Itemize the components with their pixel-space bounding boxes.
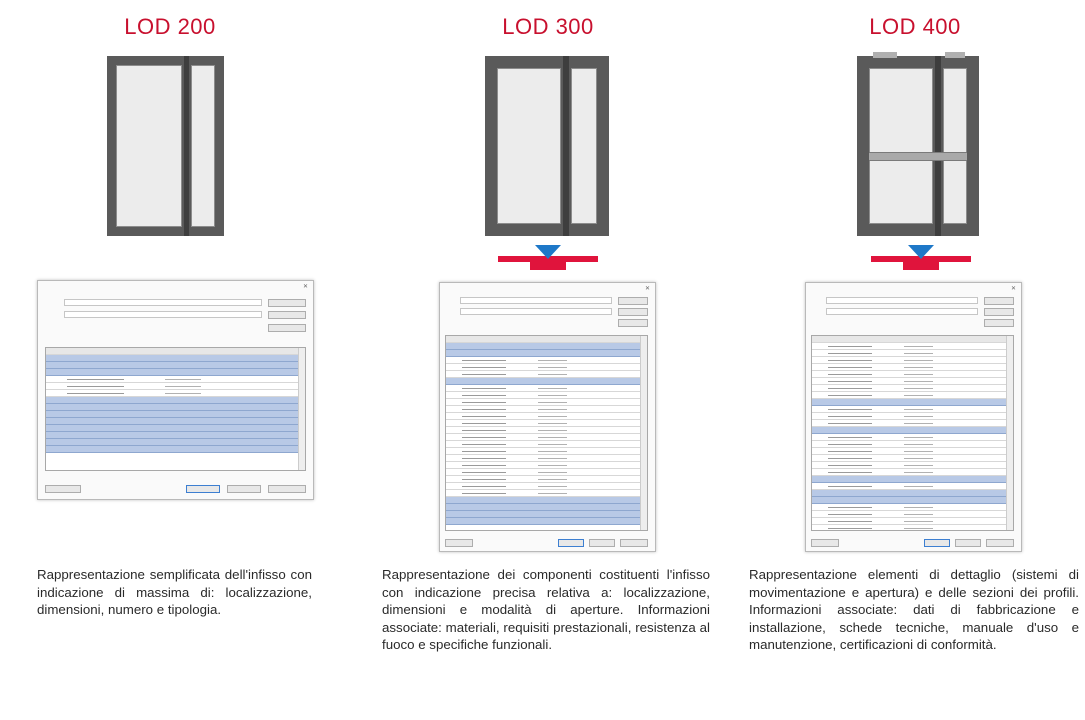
lod-300-column: LOD 300 ✕ Rappresentazione dei component… xyxy=(378,0,718,720)
ok-button[interactable] xyxy=(924,539,950,547)
type-field[interactable] xyxy=(64,311,262,318)
section-marker-icon xyxy=(908,245,934,259)
door-leaf-main xyxy=(497,68,561,224)
load-button[interactable] xyxy=(984,297,1014,305)
preview-button[interactable] xyxy=(45,485,81,493)
door-lod-400 xyxy=(857,52,979,236)
cancel-button[interactable] xyxy=(589,539,615,547)
duplicate-button[interactable] xyxy=(268,311,306,319)
properties-dialog-lod-300: ✕ xyxy=(439,282,656,552)
type-parameters-grid xyxy=(45,347,306,471)
apply-button[interactable] xyxy=(986,539,1014,547)
door-closer-side xyxy=(945,52,965,58)
ok-button[interactable] xyxy=(186,485,220,493)
type-field[interactable] xyxy=(460,308,612,315)
lod-400-title: LOD 400 xyxy=(869,14,961,39)
rename-button[interactable] xyxy=(618,319,648,327)
lod-200-title: LOD 200 xyxy=(124,14,216,39)
scrollbar[interactable] xyxy=(298,348,305,470)
lod-400-column: LOD 400 ✕ Rappresentazione elementi di d… xyxy=(745,0,1085,720)
load-button[interactable] xyxy=(268,299,306,307)
panic-bar xyxy=(869,152,967,161)
family-field[interactable] xyxy=(64,299,262,306)
scrollbar[interactable] xyxy=(640,336,647,530)
type-field[interactable] xyxy=(826,308,978,315)
load-button[interactable] xyxy=(618,297,648,305)
duplicate-button[interactable] xyxy=(984,308,1014,316)
lod-200-column: LOD 200 ✕ Rappresentazione semplificata … xyxy=(0,0,340,720)
duplicate-button[interactable] xyxy=(618,308,648,316)
door-leaf-side xyxy=(571,68,597,224)
close-icon[interactable]: ✕ xyxy=(1011,285,1016,292)
preview-button[interactable] xyxy=(445,539,473,547)
scrollbar[interactable] xyxy=(1006,336,1013,530)
door-leaf-main xyxy=(116,65,182,227)
door-lod-200 xyxy=(107,56,224,236)
door-leaf-main xyxy=(869,68,933,224)
properties-dialog-lod-200: ✕ xyxy=(37,280,314,500)
lod-300-title: LOD 300 xyxy=(502,14,594,39)
apply-button[interactable] xyxy=(620,539,648,547)
properties-dialog-lod-400: ✕ xyxy=(805,282,1022,552)
lod-200-description: Rappresentazione semplificata dell'infis… xyxy=(37,567,312,617)
type-parameters-grid xyxy=(445,335,648,531)
door-mullion xyxy=(184,56,189,236)
rename-button[interactable] xyxy=(268,324,306,332)
cancel-button[interactable] xyxy=(227,485,261,493)
type-parameters-grid xyxy=(811,335,1014,531)
door-mullion xyxy=(563,56,569,236)
ok-button[interactable] xyxy=(558,539,584,547)
door-leaf-side xyxy=(943,68,967,224)
family-field[interactable] xyxy=(826,297,978,304)
door-closer xyxy=(873,52,897,58)
rename-button[interactable] xyxy=(984,319,1014,327)
door-leaf-side xyxy=(191,65,215,227)
section-marker-icon xyxy=(535,245,561,259)
close-icon[interactable]: ✕ xyxy=(645,285,650,292)
door-lod-300 xyxy=(485,56,609,236)
close-icon[interactable]: ✕ xyxy=(303,283,308,290)
lod-300-description: Rappresentazione dei componenti costitue… xyxy=(382,567,710,652)
apply-button[interactable] xyxy=(268,485,306,493)
door-mullion xyxy=(935,56,941,236)
cancel-button[interactable] xyxy=(955,539,981,547)
lod-400-description: Rappresentazione elementi di dettaglio (… xyxy=(749,567,1079,652)
preview-button[interactable] xyxy=(811,539,839,547)
family-field[interactable] xyxy=(460,297,612,304)
